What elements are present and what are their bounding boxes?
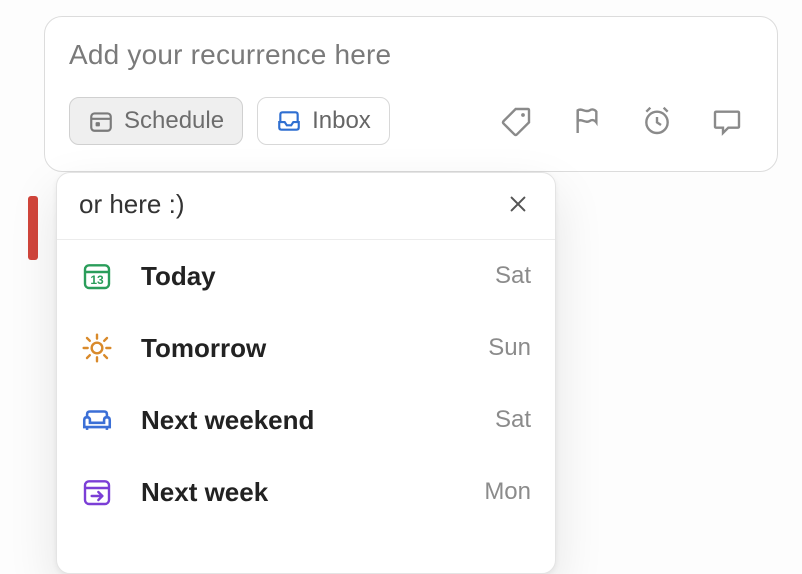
- flag-icon: [571, 105, 603, 137]
- reminder-button[interactable]: [635, 99, 679, 143]
- comment-icon: [711, 105, 743, 137]
- schedule-popover: 13 Today Sat Tomorr: [56, 172, 556, 574]
- schedule-option-day: Mon: [484, 478, 531, 506]
- schedule-search-input[interactable]: [77, 188, 501, 221]
- schedule-option-tomorrow[interactable]: Tomorrow Sun: [57, 312, 555, 384]
- calendar-icon: [88, 108, 114, 134]
- schedule-button[interactable]: Schedule: [69, 97, 243, 145]
- toolbar-icon-row: [495, 99, 753, 143]
- inbox-tray-icon: [276, 108, 302, 134]
- calendar-today-icon: 13: [79, 258, 115, 294]
- tag-icon: [501, 105, 533, 137]
- schedule-option-next-week[interactable]: Next week Mon: [57, 456, 555, 528]
- schedule-option-label: Tomorrow: [141, 333, 488, 364]
- schedule-option-day: Sun: [488, 334, 531, 362]
- schedule-option-label: Next week: [141, 477, 484, 508]
- alarm-clock-icon: [641, 105, 673, 137]
- schedule-option-label: Today: [141, 261, 495, 292]
- task-title-placeholder[interactable]: Add your recurrence here: [69, 39, 753, 71]
- schedule-option-day: Sat: [495, 262, 531, 290]
- schedule-option-next-weekend[interactable]: Next weekend Sat: [57, 384, 555, 456]
- task-editor-card: Add your recurrence here Schedule: [44, 16, 778, 172]
- schedule-option-today[interactable]: 13 Today Sat: [57, 240, 555, 312]
- calendar-arrow-icon: [79, 474, 115, 510]
- schedule-option-day: Sat: [495, 406, 531, 434]
- comment-button[interactable]: [705, 99, 749, 143]
- label-button[interactable]: [495, 99, 539, 143]
- project-button[interactable]: Inbox: [257, 97, 390, 145]
- schedule-button-label: Schedule: [124, 107, 224, 135]
- task-toolbar: Schedule Inbox: [69, 97, 753, 145]
- project-button-label: Inbox: [312, 107, 371, 135]
- side-color-accent: [28, 196, 38, 260]
- svg-text:13: 13: [90, 273, 104, 287]
- schedule-option-label: Next weekend: [141, 405, 495, 436]
- sofa-icon: [79, 402, 115, 438]
- priority-button[interactable]: [565, 99, 609, 143]
- close-icon: [507, 193, 529, 215]
- schedule-search-row: [57, 173, 555, 240]
- clear-search-button[interactable]: [501, 187, 535, 221]
- sun-icon: [79, 330, 115, 366]
